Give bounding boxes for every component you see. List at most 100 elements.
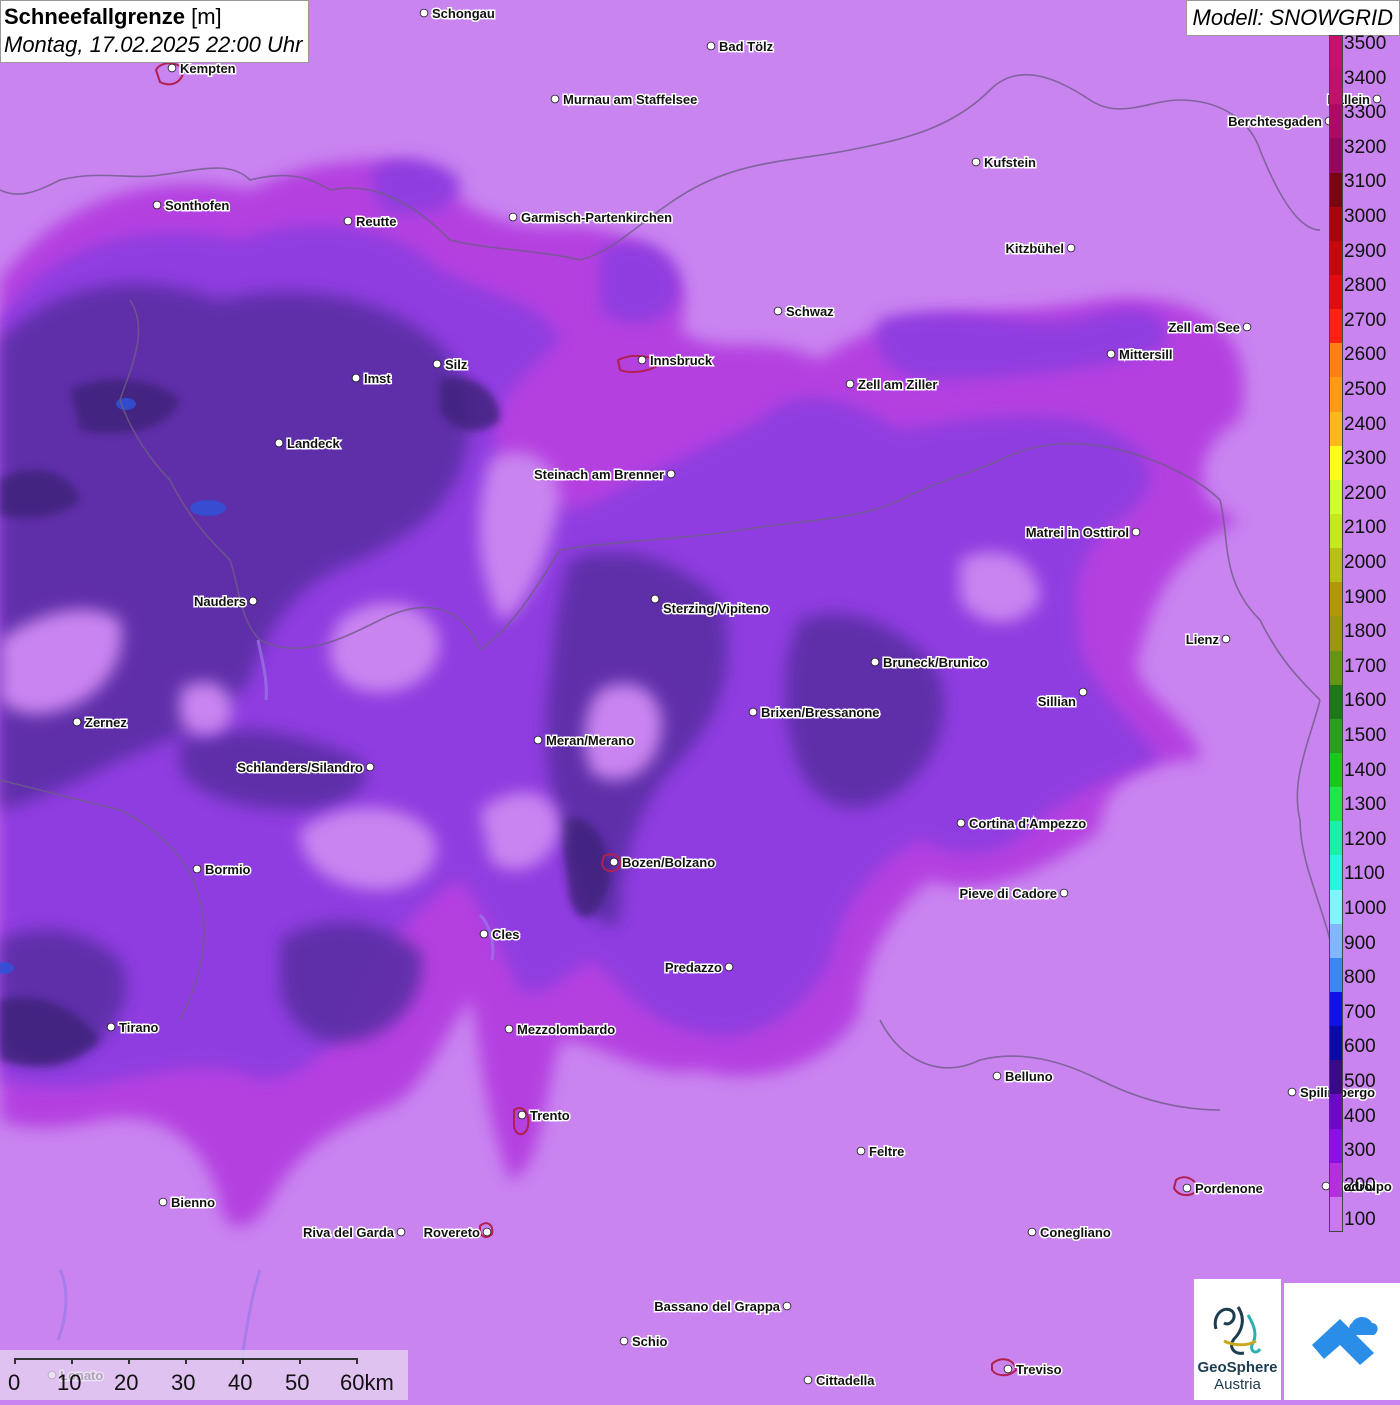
legend-swatch (1330, 582, 1342, 617)
legend-label: 900 (1344, 932, 1376, 954)
legend-swatch (1330, 650, 1342, 686)
city-dot (666, 469, 676, 479)
legend-label: 3100 (1344, 171, 1387, 193)
city-dot (192, 864, 202, 874)
city-marker: Meran/Merano (533, 732, 636, 750)
city-marker: Steinach am Brenner (532, 466, 676, 484)
legend-swatch (1330, 1060, 1342, 1095)
legend-label: 2400 (1344, 413, 1387, 435)
legend-label: 3200 (1344, 136, 1387, 158)
city-label: Trento (530, 1108, 570, 1123)
scale-tick (14, 1358, 16, 1364)
legend-swatch (1330, 1196, 1342, 1232)
city-dot (782, 1301, 792, 1311)
legend-label: 1000 (1344, 898, 1387, 919)
city-label: Innsbruck (650, 353, 713, 368)
city-label: Kufstein (984, 155, 1036, 170)
city-label: Mittersill (1119, 347, 1172, 362)
legend-label: 1100 (1344, 863, 1385, 885)
city-label: Matrei in Osttirol (1026, 525, 1129, 540)
city-dot (158, 1197, 168, 1207)
legend-swatch (1330, 70, 1342, 105)
city-label: Tirano (119, 1020, 159, 1035)
city-dot (1027, 1227, 1037, 1237)
city-marker: Cittadella (803, 1372, 877, 1390)
legend-label: 2300 (1344, 448, 1387, 470)
legend-label: 3500 (1344, 33, 1387, 54)
city-dot (609, 857, 619, 867)
city-label: Sillian (1038, 694, 1076, 709)
legend-label: 700 (1344, 1001, 1376, 1023)
scale-tick (299, 1358, 301, 1364)
city-dot (803, 1375, 813, 1385)
legend-swatch (1330, 855, 1342, 891)
legend-swatch (1330, 718, 1342, 754)
title-box: Schneefallgrenze [m] Montag, 17.02.2025 … (0, 0, 310, 63)
city-label: Feltre (869, 1144, 904, 1159)
city-label: Kitzbühel (1006, 241, 1065, 256)
city-dot (1182, 1183, 1192, 1193)
partner-logo[interactable] (1284, 1283, 1400, 1400)
legend-label: 300 (1344, 1140, 1376, 1162)
city-dot (856, 1146, 866, 1156)
city-dot (517, 1110, 527, 1120)
city-dot (106, 1022, 116, 1032)
city-dot (504, 1024, 514, 1034)
city-marker: Cortina d'Ampezzo (956, 815, 1088, 833)
map-canvas[interactable]: Schongau Bad Tölz Kempten Murnau am Staffel… (0, 0, 1400, 1400)
city-dot (550, 94, 560, 104)
geosphere-logo[interactable]: GeoSphere Austria (1194, 1279, 1281, 1400)
city-marker: Bruneck/Brunico (870, 654, 989, 672)
city-dot (396, 1227, 406, 1237)
legend-label: 3300 (1344, 102, 1387, 124)
city-dot (870, 657, 880, 667)
city-label: Steinach am Brenner (534, 467, 664, 482)
city-label: Berchtesgaden (1228, 114, 1322, 129)
legend-swatch (1330, 992, 1342, 1027)
map-title: Schneefallgrenze [m] (4, 3, 302, 31)
scale-tick (128, 1358, 130, 1364)
map-title-unit: [m] (191, 4, 222, 29)
city-label: Zell am See (1168, 320, 1240, 335)
city-label: Rovereto (424, 1225, 480, 1240)
scale-label: 20 (114, 1370, 139, 1395)
scale-label: 30 (171, 1370, 196, 1395)
legend-swatch (1330, 377, 1342, 413)
city-label: Meran/Merano (546, 733, 634, 748)
city-dot (724, 962, 734, 972)
city-label: Zell am Ziller (858, 377, 937, 392)
city-dot (1287, 1087, 1297, 1097)
city-label: Kempten (180, 61, 236, 76)
city-label: Cles (492, 927, 519, 942)
city-marker: Pordenone (1182, 1180, 1264, 1198)
city-marker: Zell am See (1167, 319, 1252, 337)
map-datetime: Montag, 17.02.2025 22:00 Uhr (4, 32, 303, 57)
city-marker: Zell am Ziller (845, 376, 939, 394)
city-label: Sonthofen (165, 198, 229, 213)
legend-label: 2700 (1344, 309, 1387, 331)
city-dot (619, 1336, 629, 1346)
city-marker: Murnau am Staffelsee (550, 91, 699, 109)
legend-label: 400 (1344, 1105, 1376, 1127)
legend-label: 2800 (1344, 275, 1387, 297)
city-marker: Riva del Garda (301, 1224, 406, 1242)
city-marker: Garmisch-Partenkirchen (508, 209, 674, 227)
city-label: Imst (364, 371, 391, 386)
scale-label: 10 (57, 1370, 82, 1395)
legend-label: 1200 (1344, 828, 1387, 850)
scale-bar: 0 10 20 30 40 50 60km (0, 1350, 408, 1400)
city-dot (167, 63, 177, 73)
city-label: Predazzo (665, 960, 722, 975)
legend-swatch (1330, 548, 1342, 583)
city-label: Pieve di Cadore (959, 886, 1057, 901)
legend-label: 1400 (1344, 759, 1387, 781)
city-marker: Berchtesgaden (1227, 113, 1334, 131)
city-label: Belluno (1005, 1069, 1053, 1084)
geosphere-logo-text-line2: Austria (1214, 1376, 1261, 1393)
color-legend (1329, 35, 1343, 1232)
city-label: Landeck (287, 436, 341, 451)
city-label: Schlanders/Silandro (237, 760, 363, 775)
legend-swatch (1330, 206, 1342, 242)
city-dot (1078, 687, 1088, 697)
scale-label: 50 (285, 1370, 310, 1395)
